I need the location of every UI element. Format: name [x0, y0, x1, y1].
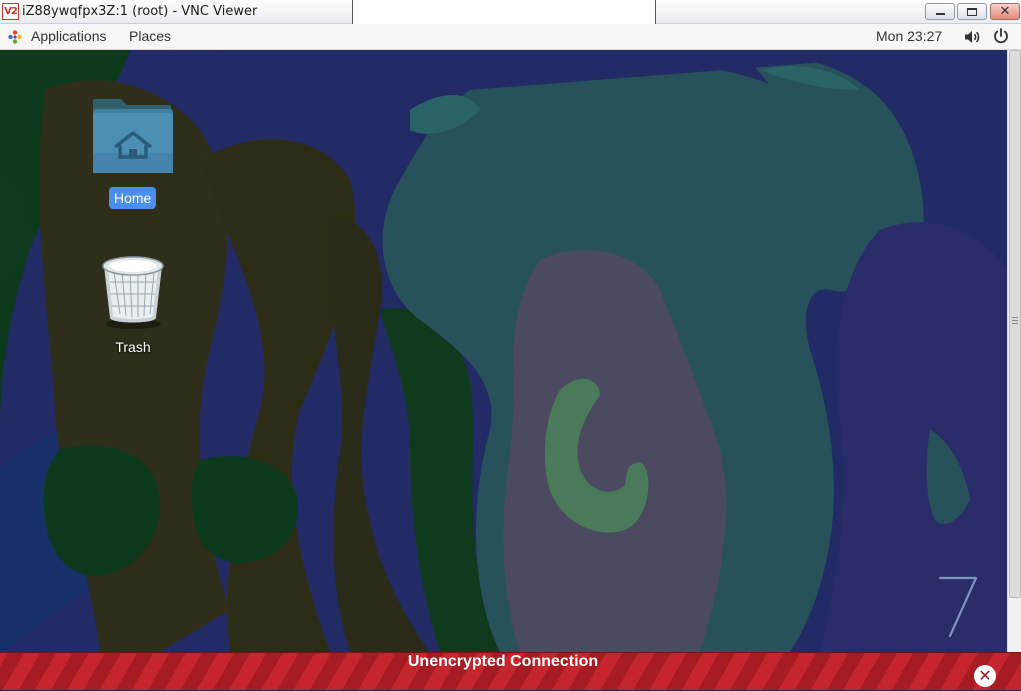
power-icon[interactable] [992, 27, 1010, 45]
unencrypted-connection-banner: Unencrypted Connection ✕ [0, 652, 1021, 690]
applications-icon[interactable] [8, 30, 22, 44]
home-label-highlight: Home [109, 187, 157, 209]
desktop-icon-home[interactable]: Home [88, 95, 178, 210]
trash-icon [102, 256, 164, 329]
vnc-viewer-logo-icon: V2 [2, 3, 19, 20]
scrollbar-thumb[interactable] [1009, 50, 1021, 598]
places-menu[interactable]: Places [129, 28, 171, 44]
minimize-button[interactable] [925, 3, 955, 20]
scrollbar-grip-line [1012, 317, 1018, 318]
window-title-bar[interactable]: V2 iZ88ywqfpx3Z:1 (root) - VNC Viewer ✕ [0, 0, 1021, 26]
window-title: iZ88ywqfpx3Z:1 (root) - VNC Viewer [22, 4, 258, 19]
vnc-toolbar-dropdown[interactable] [352, 0, 656, 26]
maximize-icon [967, 8, 977, 16]
scrollbar-grip-line [1012, 320, 1018, 321]
scrollbar-grip-line [1012, 323, 1018, 324]
close-icon: ✕ [999, 4, 1011, 19]
vnc-viewer-window: V2 iZ88ywqfpx3Z:1 (root) - VNC Viewer ✕ … [0, 0, 1021, 690]
maximize-button[interactable] [957, 3, 987, 20]
version-mark-7 [938, 576, 978, 638]
desktop-icon-trash[interactable]: Trash [88, 252, 178, 362]
minimize-icon [936, 13, 945, 15]
clock[interactable]: Mon 23:27 [876, 28, 942, 44]
volume-icon[interactable] [963, 28, 981, 46]
home-folder-icon [93, 99, 173, 173]
trash-label: Trash [115, 339, 151, 355]
applications-menu[interactable]: Applications [31, 28, 107, 44]
top-panel: Applications Places Mon 23:27 [0, 24, 1021, 50]
desktop[interactable]: Home Trash [0, 50, 1007, 652]
close-button[interactable]: ✕ [990, 3, 1020, 20]
banner-close-icon[interactable]: ✕ [974, 665, 996, 687]
vertical-scrollbar[interactable] [1007, 50, 1021, 652]
home-label: Home [114, 190, 152, 206]
banner-text: Unencrypted Connection [407, 653, 599, 670]
